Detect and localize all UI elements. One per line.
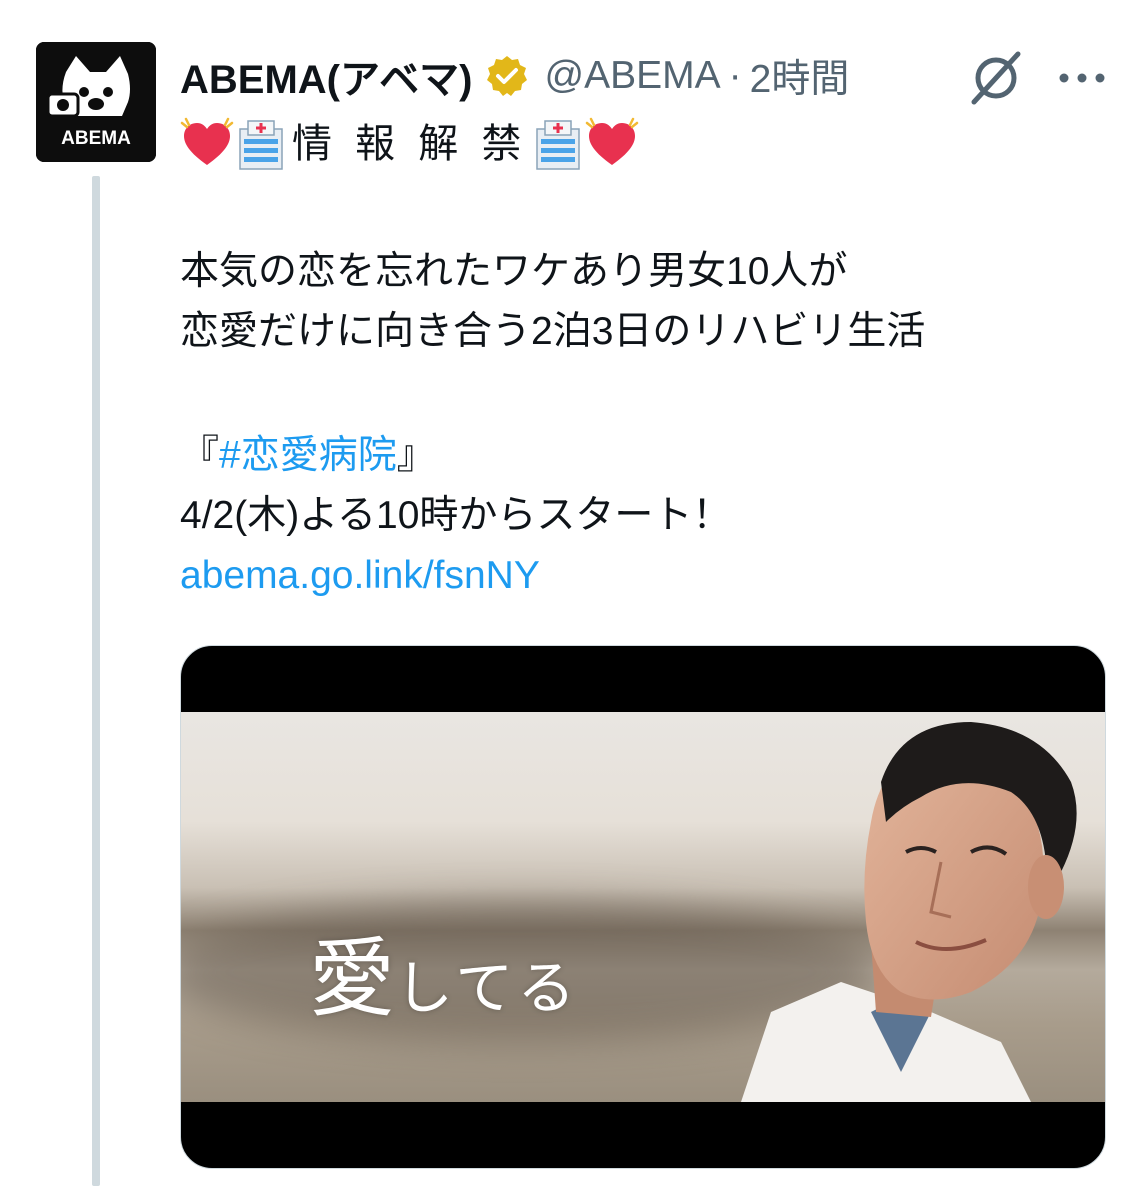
display-name[interactable]: ABEMA(アベマ) [180, 47, 473, 105]
more-dots-icon[interactable] [1052, 44, 1112, 108]
video-caption: 愛してる [309, 908, 579, 1033]
video-frame: 愛してる [181, 712, 1105, 1102]
video-thumbnail[interactable]: 愛してる [180, 645, 1106, 1169]
verified-badge-icon[interactable] [485, 54, 529, 98]
body-line: 本気の恋を忘れたワケあり男女10人が [180, 250, 848, 293]
separator-dot: · [728, 54, 742, 97]
body-line: 恋愛だけに向き合う2泊3日のリハビリ生活 [180, 310, 926, 353]
quote-open: 『 [180, 434, 220, 477]
person-image [741, 722, 1077, 1102]
beating-heart-icon [180, 117, 234, 171]
hashtag-line: 『#恋愛病院』 [180, 426, 1080, 486]
caption-big: 愛 [309, 929, 395, 1029]
announcement-line: 情 報 解 禁 [180, 114, 1080, 174]
tweet-header: ABEMA(アベマ) @ABEMA · 2時間 [180, 50, 849, 102]
external-link[interactable]: abema.go.link/fsnNY [180, 546, 1080, 606]
thread-line [92, 176, 100, 1186]
avatar-label: ABEMA [61, 128, 131, 149]
hospital-icon [234, 117, 288, 171]
schedule-line: 4/2(木)よる10時からスタート！ [180, 494, 732, 537]
avatar[interactable]: ABEMA [36, 42, 156, 162]
grok-icon[interactable] [964, 44, 1028, 108]
hashtag-link[interactable]: #恋愛病院 [219, 434, 397, 477]
timestamp[interactable]: 2時間 [750, 48, 850, 104]
abema-logo-icon: ABEMA [36, 42, 156, 162]
announcement-text: 情 報 解 禁 [292, 122, 528, 166]
user-handle[interactable]: @ABEMA [545, 54, 721, 98]
caption-small: してる [395, 954, 580, 1022]
tweet-text: 情 報 解 禁 本気の恋を忘れたワケあり男女10人が 恋愛だけに向き合う2泊3日… [180, 117, 1080, 606]
hospital-icon [531, 117, 585, 171]
quote-close: 』 [396, 434, 436, 477]
beating-heart-icon [585, 117, 639, 171]
